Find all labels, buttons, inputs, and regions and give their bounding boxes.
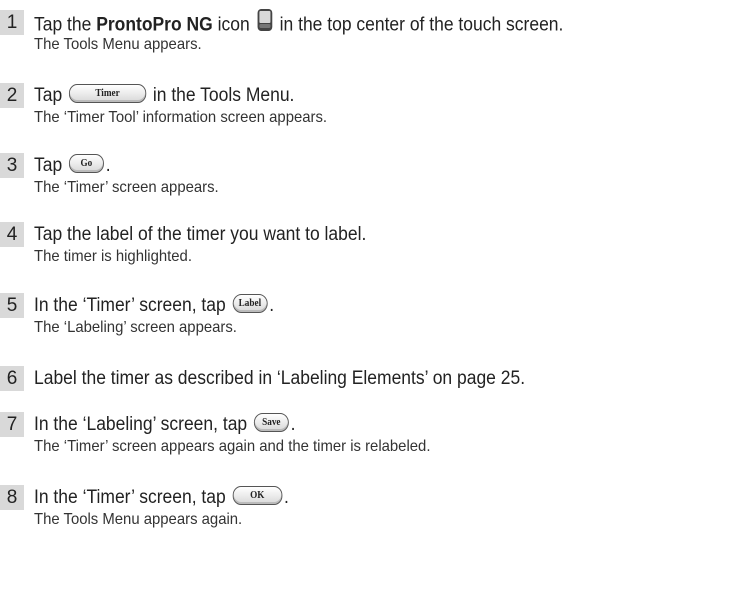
step-result: The ‘Labeling’ screen appears. — [34, 319, 237, 336]
step-number: 4 — [0, 222, 24, 247]
product-name: ProntoPro NG — [96, 14, 213, 36]
timer-button[interactable]: Timer — [68, 84, 147, 104]
step-result: The timer is highlighted. — [34, 248, 192, 265]
step-result: The Tools Menu appears. — [34, 36, 202, 53]
step-result: The Tools Menu appears again. — [34, 511, 243, 528]
step-result: The ‘Timer’ screen appears. — [34, 179, 219, 196]
step-result: The ‘Timer Tool’ information screen appe… — [34, 109, 328, 126]
step-number: 8 — [0, 485, 24, 510]
step-instruction: Tap Go. — [34, 154, 111, 176]
step-number: 7 — [0, 412, 24, 437]
go-button[interactable]: Go — [68, 154, 104, 174]
step-number: 2 — [0, 83, 24, 108]
pronto-device-icon — [256, 8, 273, 39]
step-number: 3 — [0, 153, 24, 178]
step-number: 6 — [0, 366, 24, 391]
ok-button[interactable]: OK — [232, 486, 283, 506]
save-button[interactable]: Save — [253, 413, 289, 433]
step-instruction: Tap the label of the timer you want to l… — [34, 224, 367, 245]
step-instruction: In the ‘Timer’ screen, tap OK. — [34, 486, 289, 508]
step-instruction: Tap Timer in the Tools Menu. — [34, 84, 295, 106]
step-number: 1 — [0, 10, 24, 35]
label-button[interactable]: Label — [232, 294, 268, 314]
step-result: The ‘Timer’ screen appears again and the… — [34, 438, 431, 455]
step-instruction: In the ‘Timer’ screen, tap Label. — [34, 294, 275, 316]
step-number: 5 — [0, 293, 24, 318]
step-instruction: Label the timer as described in ‘Labelin… — [34, 368, 526, 389]
step-instruction: In the ‘Labeling’ screen, tap Save. — [34, 413, 296, 435]
